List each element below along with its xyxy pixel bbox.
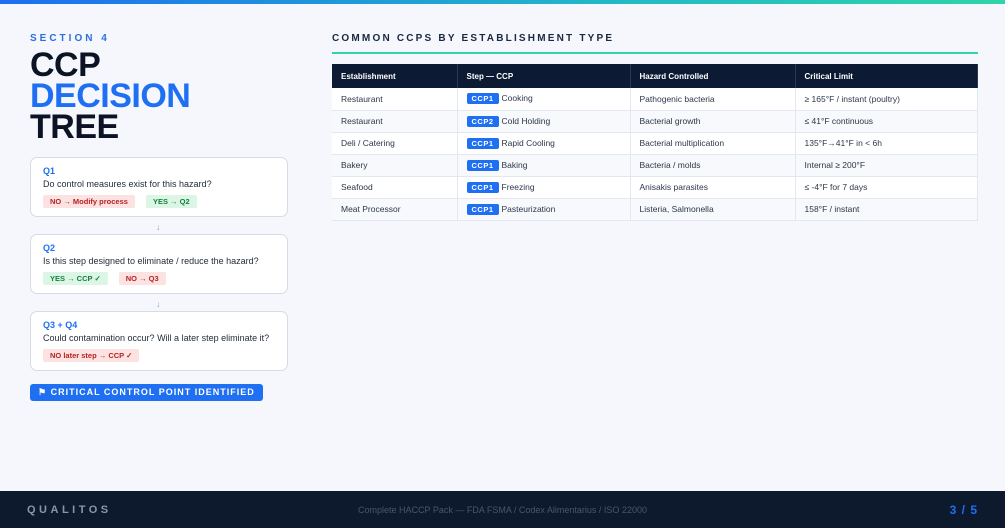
answer-badge-no: NO later step → CCP ✓ — [43, 349, 140, 362]
cell-hazard: Pathogenic bacteria — [630, 88, 796, 111]
step-label: Freezing — [501, 181, 535, 192]
question-text: Do control measures exist for this hazar… — [43, 179, 212, 189]
step-label: Pasteurization — [501, 203, 556, 214]
answer-badge-no: NO → Q3 — [118, 272, 166, 285]
cell-establishment: Restaurant — [332, 110, 458, 133]
flow-arrow-icon: ↓ — [156, 222, 161, 232]
cell-step: CCP2 Cold Holding — [457, 110, 631, 133]
step-label: Cold Holding — [501, 115, 551, 126]
question-card-q2: Q2 Is this step designed to eliminate / … — [30, 234, 288, 294]
cell-establishment: Bakery — [332, 154, 458, 177]
question-text: Is this step designed to eliminate / red… — [43, 256, 259, 266]
ccp-badge: CCP1 — [466, 93, 499, 105]
answer-badge-no: NO → Modify process — [43, 195, 135, 208]
cell-limit: Internal ≥ 200°F — [795, 154, 978, 177]
column-header-limit: Critical Limit — [795, 64, 978, 88]
cell-step: CCP1 Cooking — [457, 88, 631, 111]
cell-establishment: Meat Processor — [332, 198, 458, 221]
answer-badges: NO later step → CCP ✓ — [43, 349, 275, 362]
cell-step: CCP1 Freezing — [457, 176, 631, 199]
cell-hazard: Listeria, Salmonella — [630, 198, 796, 221]
question-label: Q2 — [43, 243, 56, 253]
question-label: Q1 — [43, 166, 56, 176]
cell-establishment: Deli / Catering — [332, 132, 458, 155]
title-line-3: TREE — [30, 108, 119, 146]
column-header-hazard: Hazard Controlled — [630, 64, 796, 88]
page-title: CCP DECISION TREE — [30, 48, 288, 146]
table-row: Restaurant CCP2 Cold Holding Bacterial gr… — [332, 110, 978, 133]
cell-establishment: Seafood — [332, 176, 458, 199]
footer-caption: Complete HACCP Pack — FDA FSMA / Codex A… — [358, 505, 647, 515]
cell-step: CCP1 Baking — [457, 154, 631, 177]
ccp-table-panel: COMMON CCPS BY ESTABLISHMENT TYPE Establ… — [332, 33, 978, 221]
top-gradient-bar — [0, 0, 1005, 4]
column-header-establishment: Establishment — [332, 64, 458, 88]
cell-hazard: Bacterial growth — [630, 110, 796, 133]
question-card-q1: Q1 Do control measures exist for this ha… — [30, 157, 288, 217]
ccp-badge: CCP1 — [466, 159, 499, 171]
cell-step: CCP1 Rapid Cooling — [457, 132, 631, 155]
step-label: Cooking — [501, 93, 533, 104]
cell-step: CCP1 Pasteurization — [457, 198, 631, 221]
ccp-table: Establishment Step — CCP Hazard Controll… — [332, 64, 978, 221]
cell-limit: 158°F / instant — [795, 198, 978, 221]
section-label: SECTION 4 — [30, 33, 110, 44]
table-row: Meat Processor CCP1 Pasteurization Lister… — [332, 198, 978, 221]
ccp-identified-banner: ⚑ CRITICAL CONTROL POINT IDENTIFIED — [30, 384, 263, 401]
cell-limit: 135°F→41°F in < 6h — [795, 132, 978, 155]
decision-tree-panel: SECTION 4 CCP DECISION TREE Q1 Do contro… — [30, 33, 288, 401]
ccp-badge: CCP1 — [466, 203, 499, 215]
table-row: Bakery CCP1 Baking Bacteria / molds Inter… — [332, 154, 978, 177]
answer-badges: YES → CCP ✓ NO → Q3 — [43, 272, 275, 285]
cell-limit: ≤ 41°F continuous — [795, 110, 978, 133]
table-row: Restaurant CCP1 Cooking Pathogenic bacter… — [332, 88, 978, 111]
answer-badge-yes: YES → CCP ✓ — [43, 272, 108, 285]
cell-limit: ≤ -4°F for 7 days — [795, 176, 978, 199]
ccp-badge: CCP1 — [466, 181, 499, 193]
table-heading: COMMON CCPS BY ESTABLISHMENT TYPE — [332, 33, 615, 44]
flow-arrow-icon: ↓ — [156, 299, 161, 309]
cell-limit: ≥ 165°F / instant (poultry) — [795, 88, 978, 111]
table-row: Deli / Catering CCP1 Rapid Cooling Bacter… — [332, 132, 978, 155]
cell-hazard: Bacterial multiplication — [630, 132, 796, 155]
question-text: Could contamination occur? Will a later … — [43, 333, 270, 343]
question-label: Q3 + Q4 — [43, 320, 78, 330]
table-header-row: Establishment Step — CCP Hazard Controll… — [332, 64, 978, 88]
cell-establishment: Restaurant — [332, 88, 458, 111]
ccp-badge: CCP1 — [466, 137, 499, 149]
ccp-badge: CCP2 — [466, 115, 499, 127]
cell-hazard: Anisakis parasites — [630, 176, 796, 199]
answer-badge-yes: YES → Q2 — [145, 195, 197, 208]
cell-hazard: Bacteria / molds — [630, 154, 796, 177]
question-card-q3: Q3 + Q4 Could contamination occur? Will … — [30, 311, 288, 371]
footer-bar: QUALITOS Complete HACCP Pack — FDA FSMA … — [0, 491, 1005, 528]
heading-divider — [332, 52, 978, 54]
step-label: Baking — [501, 159, 528, 170]
table-row: Seafood CCP1 Freezing Anisakis parasites … — [332, 176, 978, 199]
answer-badges: NO → Modify process YES → Q2 — [43, 195, 275, 208]
column-header-step: Step — CCP — [457, 64, 631, 88]
page-indicator: 3 / 5 — [949, 503, 978, 517]
step-label: Rapid Cooling — [501, 137, 555, 148]
